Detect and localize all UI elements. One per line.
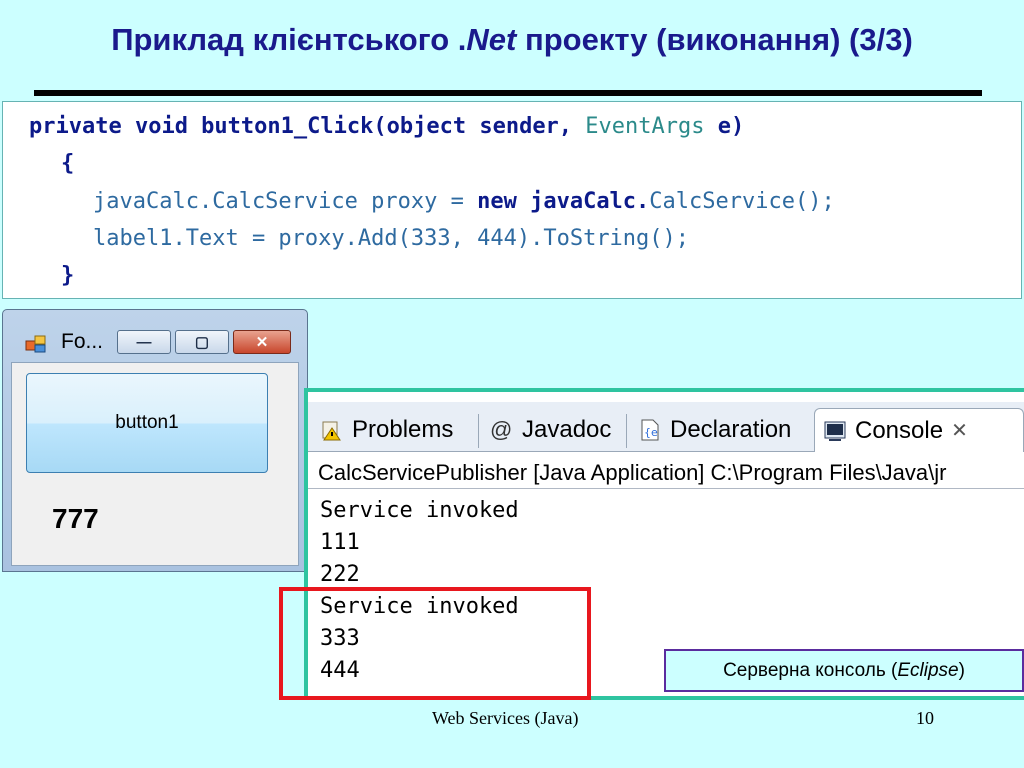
- console-output-line: Service invoked: [320, 498, 519, 523]
- tab-javadoc-label: Javadoc: [522, 416, 612, 443]
- code-line-3-keyword: new javaCalc.: [477, 189, 650, 214]
- title-rule: [34, 90, 982, 96]
- tab-problems-label: Problems: [352, 416, 454, 443]
- form-client-area: button1 777: [11, 362, 299, 566]
- page-number: 10: [916, 708, 934, 728]
- winform-title: Fo...: [61, 330, 104, 353]
- tab-separator: [478, 414, 479, 448]
- at-sign-icon: @: [490, 417, 513, 442]
- console-icon: [824, 421, 846, 441]
- console-header: CalcServicePublisher [Java Application] …: [318, 460, 947, 485]
- console-divider: [308, 488, 1024, 489]
- highlight-box: [279, 587, 591, 700]
- code-line-3-a: javaCalc.CalcService proxy =: [93, 189, 478, 214]
- code-line-1-end: e): [704, 114, 745, 139]
- code-line-1: private void button1_Click(object sender…: [29, 114, 744, 139]
- console-output-line: 222: [320, 562, 360, 587]
- close-tab-icon[interactable]: ✕: [951, 418, 968, 443]
- tab-javadoc[interactable]: @ Javadoc: [482, 408, 622, 452]
- label1: 777: [52, 503, 99, 534]
- code-line-3: javaCalc.CalcService proxy = new javaCal…: [93, 189, 835, 214]
- slide-title: Приклад клієнтського .Net проекту (викон…: [0, 22, 1024, 58]
- declaration-icon: {e: [641, 419, 659, 441]
- close-button[interactable]: ✕: [233, 330, 291, 354]
- title-italic: Net: [466, 22, 517, 57]
- code-line-2: {: [61, 151, 75, 176]
- tab-console-label: Console: [855, 416, 944, 444]
- view-tabbar: Problems @ Javadoc {e Declaration Consol…: [308, 402, 1024, 452]
- tab-declaration-label: Declaration: [670, 416, 792, 443]
- problems-icon: [322, 421, 341, 441]
- note-text-italic: Eclipse: [897, 659, 959, 681]
- tab-console[interactable]: Console ✕: [814, 408, 1024, 452]
- button1[interactable]: button1: [26, 373, 268, 473]
- close-icon: ✕: [255, 334, 269, 351]
- tab-separator: [626, 414, 627, 448]
- footer-title: Web Services (Java): [432, 708, 579, 728]
- code-line-1-keywords: private void button1_Click(object sender…: [29, 114, 586, 139]
- tab-declaration[interactable]: {e Declaration: [630, 408, 806, 452]
- svg-text:{e: {e: [644, 426, 658, 439]
- minimize-icon: —: [136, 333, 152, 351]
- maximize-button[interactable]: ▢: [175, 330, 229, 354]
- console-output-line: 111: [320, 530, 360, 555]
- code-box: private void button1_Click(object sender…: [2, 101, 1022, 299]
- note-text-before: Серверна консоль (: [723, 659, 898, 681]
- minimize-button[interactable]: —: [117, 330, 171, 354]
- title-part2: проекту (виконання) (3/3): [516, 22, 913, 57]
- code-line-1-type: EventArgs: [585, 114, 705, 139]
- title-part1: Приклад клієнтського .: [111, 22, 467, 57]
- code-line-5: }: [61, 263, 75, 288]
- maximize-icon: ▢: [194, 334, 210, 351]
- tab-problems[interactable]: Problems: [312, 408, 472, 452]
- app-window-icon: [25, 335, 46, 353]
- code-line-4: label1.Text = proxy.Add(333, 444).ToStri…: [93, 226, 690, 251]
- server-console-note: Серверна консоль (Eclipse ): [664, 649, 1024, 692]
- winform-window: Fo... — ▢ ✕ button1 777: [2, 309, 308, 572]
- code-line-3-b: CalcService();: [649, 189, 835, 214]
- note-text-after: ): [958, 659, 965, 681]
